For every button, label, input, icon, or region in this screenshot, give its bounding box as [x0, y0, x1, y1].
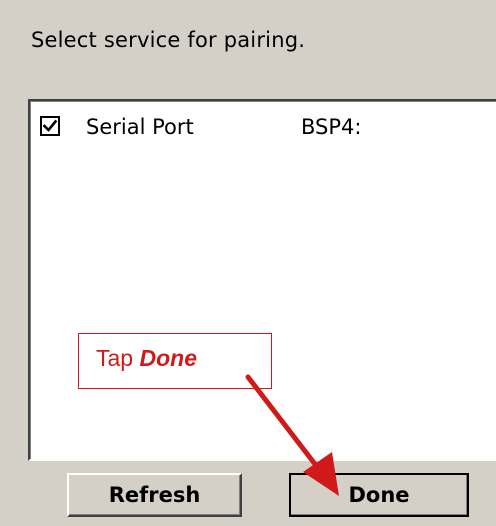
checkmark-icon: [43, 119, 57, 132]
callout-text: Tap Done: [96, 345, 197, 372]
dialog-prompt: Select service for pairing.: [31, 28, 306, 52]
service-name: Serial Port: [86, 115, 194, 139]
pairing-dialog: Select service for pairing. Serial Port …: [0, 0, 496, 526]
done-button[interactable]: Done: [289, 473, 469, 517]
list-item-serial-port[interactable]: Serial Port BSP4:: [38, 113, 496, 141]
service-list[interactable]: Serial Port BSP4:: [28, 99, 496, 461]
refresh-button[interactable]: Refresh: [67, 473, 242, 517]
callout-prefix: Tap: [96, 345, 140, 371]
service-port: BSP4:: [301, 115, 362, 139]
tap-done-callout: Tap Done: [78, 333, 272, 389]
service-checkbox[interactable]: [40, 116, 60, 136]
callout-emphasis: Done: [139, 345, 197, 371]
